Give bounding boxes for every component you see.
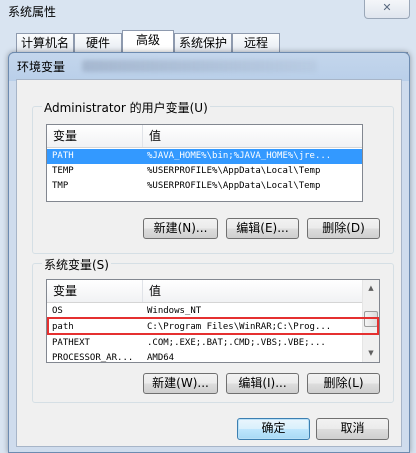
dialog-title: 环境变量	[17, 60, 66, 74]
user-variables-label: Administrator 的用户变量(U)	[42, 99, 210, 116]
tab-hardware[interactable]: 硬件	[74, 33, 122, 52]
blurred-background-text	[82, 60, 317, 72]
tab-remote[interactable]: 远程	[232, 33, 280, 52]
user-new-button[interactable]: 新建(N)...	[143, 218, 218, 239]
table-row[interactable]: PATH %JAVA_HOME%\bin;%JAVA_HOME%\jre...	[47, 149, 362, 164]
tab-advanced[interactable]: 高级	[122, 30, 174, 53]
ok-button[interactable]: 确定	[237, 418, 310, 440]
variable-name: TEMP	[52, 166, 74, 176]
system-delete-button[interactable]: 删除(L)	[307, 373, 380, 394]
list-header: 变量 值	[47, 280, 363, 303]
column-header-value[interactable]: 值	[143, 125, 161, 147]
user-delete-button[interactable]: 删除(D)	[307, 218, 380, 239]
table-row[interactable]: PATHEXT .COM;.EXE;.BAT;.CMD;.VBS;.VBE;..…	[47, 336, 363, 351]
cancel-button[interactable]: 取消	[316, 418, 389, 440]
highlight-box	[47, 317, 379, 335]
tab-system-protection[interactable]: 系统保护	[174, 33, 232, 52]
user-edit-button[interactable]: 编辑(E)...	[226, 218, 299, 239]
system-properties-title: 系统属性	[8, 5, 57, 19]
scroll-down-icon[interactable]: ▼	[363, 345, 379, 362]
table-row[interactable]: TMP %USERPROFILE%\AppData\Local\Temp	[47, 179, 362, 194]
system-edit-button[interactable]: 编辑(I)...	[226, 373, 299, 394]
system-new-button[interactable]: 新建(W)...	[143, 373, 218, 394]
variable-value: %USERPROFILE%\AppData\Local\Temp	[147, 166, 321, 176]
close-icon[interactable]: ✕	[364, 0, 410, 19]
system-variables-label: 系统变量(S)	[42, 256, 111, 273]
variable-value: %USERPROFILE%\AppData\Local\Temp	[147, 181, 321, 191]
variable-name: TMP	[52, 181, 69, 191]
column-header-variable[interactable]: 变量	[47, 125, 77, 147]
table-row[interactable]: PROCESSOR_AR... AMD64	[47, 351, 363, 363]
variable-name: PATH	[52, 151, 74, 161]
table-row[interactable]: TEMP %USERPROFILE%\AppData\Local\Temp	[47, 164, 362, 179]
list-header: 变量 值	[47, 125, 362, 148]
variable-name: PATHEXT	[52, 338, 90, 348]
variable-value: %JAVA_HOME%\bin;%JAVA_HOME%\jre...	[147, 151, 332, 161]
tab-computer-name[interactable]: 计算机名	[16, 33, 74, 52]
scroll-up-icon[interactable]: ▲	[363, 280, 379, 297]
variable-name: PROCESSOR_AR...	[52, 353, 134, 363]
column-header-value[interactable]: 值	[143, 280, 161, 302]
user-variables-list[interactable]: 变量 值 PATH %JAVA_HOME%\bin;%JAVA_HOME%\jr…	[46, 124, 363, 202]
variable-value: .COM;.EXE;.BAT;.CMD;.VBS;.VBE;...	[147, 338, 326, 348]
variable-value: AMD64	[147, 353, 175, 363]
column-header-variable[interactable]: 变量	[47, 280, 77, 302]
